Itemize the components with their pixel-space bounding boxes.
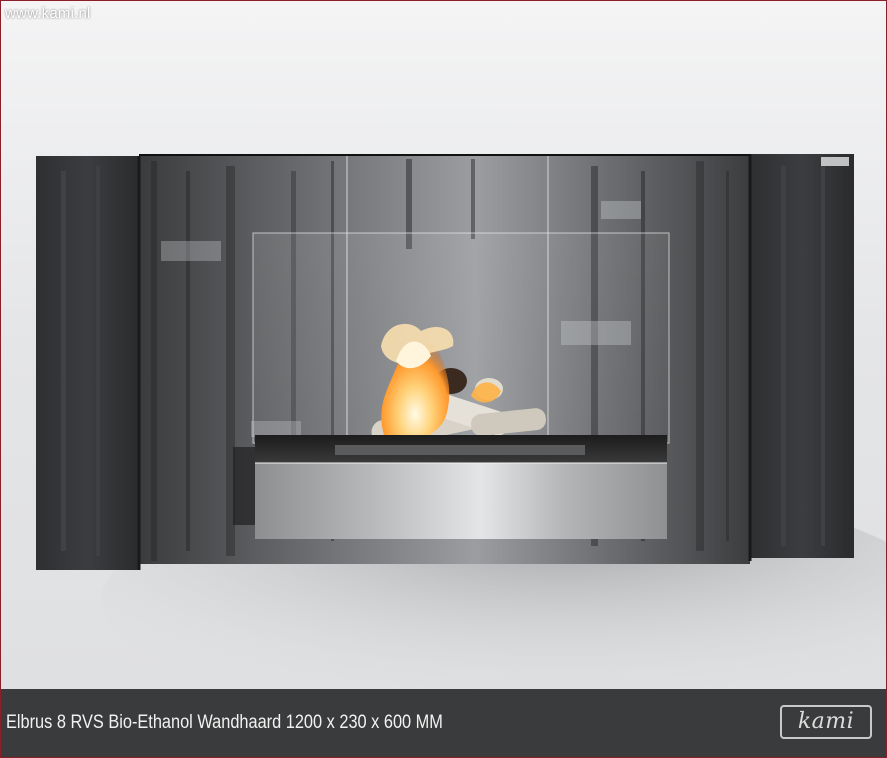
caption-bar: Elbrus 8 RVS Bio-Ethanol Wandhaard 1200 …	[1, 689, 886, 757]
product-photo	[1, 1, 886, 689]
watermark-url: www.kami.nl	[5, 5, 91, 22]
kami-logo-text: kami	[797, 709, 855, 734]
kami-logo[interactable]: kami	[780, 705, 872, 739]
product-title: Elbrus 8 RVS Bio-Ethanol Wandhaard 1200 …	[6, 712, 443, 733]
product-image-viewer: www.kami.nl Elbrus 8 RVS Bio-Ethanol Wan…	[0, 0, 887, 758]
